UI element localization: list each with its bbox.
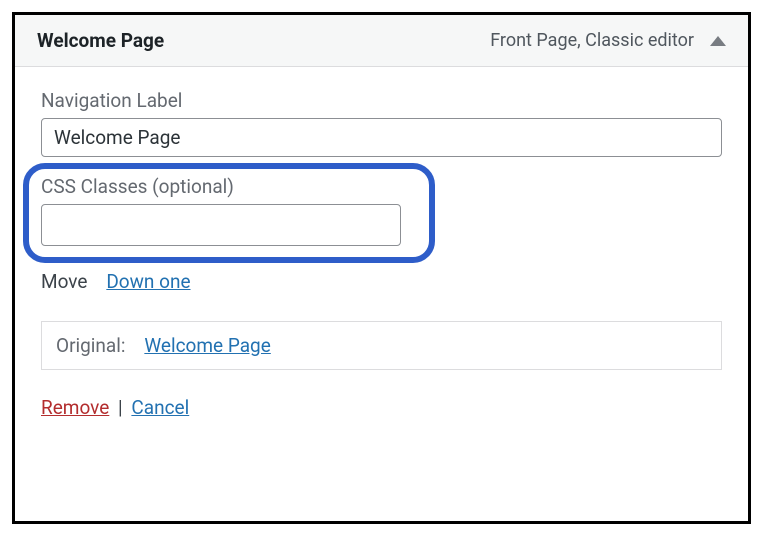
css-classes-label: CSS Classes (optional) xyxy=(41,175,722,198)
cancel-link[interactable]: Cancel xyxy=(131,396,189,419)
original-box: Original: Welcome Page xyxy=(41,321,722,370)
move-down-one-link[interactable]: Down one xyxy=(106,270,190,293)
move-label: Move xyxy=(41,270,87,293)
action-separator: | xyxy=(118,396,123,419)
panel-title: Welcome Page xyxy=(37,29,164,52)
original-link[interactable]: Welcome Page xyxy=(144,334,270,357)
css-classes-input[interactable] xyxy=(41,204,401,246)
panel-meta: Front Page, Classic editor xyxy=(490,30,726,51)
menu-item-panel: Welcome Page Front Page, Classic editor … xyxy=(12,12,751,524)
panel-header[interactable]: Welcome Page Front Page, Classic editor xyxy=(15,15,748,67)
action-links: Remove | Cancel xyxy=(41,396,722,419)
panel-meta-text: Front Page, Classic editor xyxy=(490,30,694,51)
navigation-label-group: Navigation Label xyxy=(41,89,722,157)
collapse-up-icon[interactable] xyxy=(710,36,726,46)
move-row: Move Down one xyxy=(41,270,722,293)
css-classes-group: CSS Classes (optional) xyxy=(41,175,722,246)
original-label: Original: xyxy=(56,334,125,357)
remove-link[interactable]: Remove xyxy=(41,396,109,419)
panel-body: Navigation Label CSS Classes (optional) … xyxy=(15,67,748,521)
navigation-label-input[interactable] xyxy=(41,118,722,157)
navigation-label-label: Navigation Label xyxy=(41,89,722,112)
